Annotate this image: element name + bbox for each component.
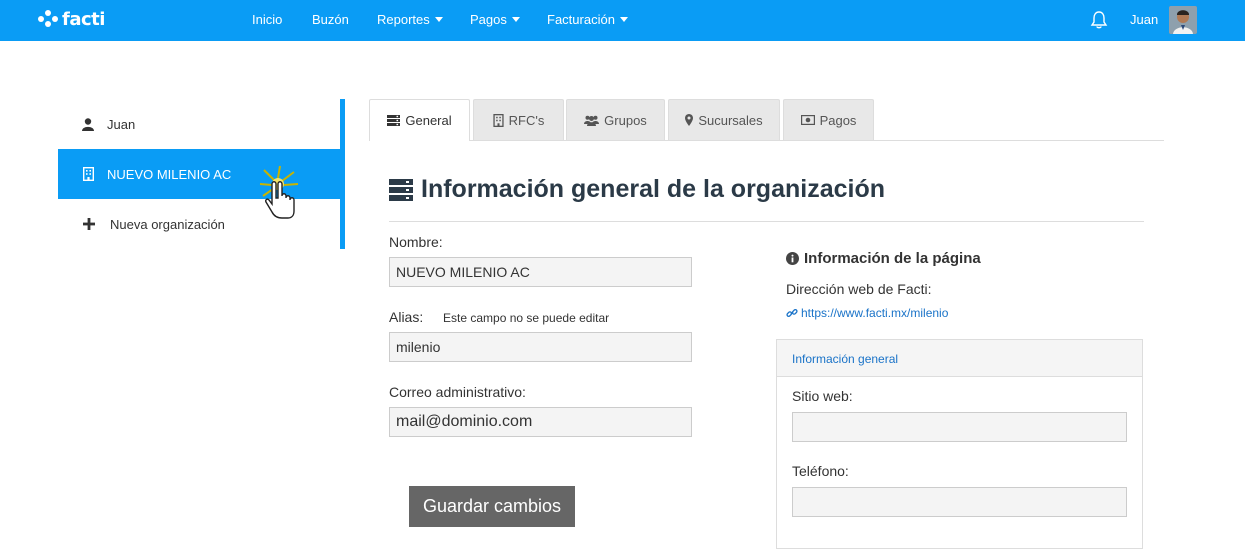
name-label: Nombre: [389, 234, 443, 250]
caret-down-icon [511, 17, 520, 22]
caret-down-icon [619, 17, 628, 22]
money-icon [800, 115, 815, 125]
save-button[interactable]: Guardar cambios [409, 486, 575, 527]
nav-buzon-label: Buzón [312, 12, 349, 27]
top-navbar: facti Inicio Buzón Reportes Pagos Factur… [0, 0, 1245, 41]
brand-name: facti [62, 8, 105, 30]
tab-rfcs[interactable]: RFC's [473, 99, 564, 140]
page-url-text: https://www.facti.mx/milenio [801, 306, 949, 320]
tab-label: Pagos [819, 112, 857, 128]
info-circle-icon [786, 252, 799, 265]
nav-pagos[interactable]: Pagos [470, 12, 520, 27]
page-url-link[interactable]: https://www.facti.mx/milenio [786, 306, 948, 320]
caret-down-icon [434, 17, 443, 22]
tab-label: RFC's [508, 112, 545, 128]
info-title: Información de la página [786, 250, 981, 267]
building-icon [81, 167, 95, 181]
facti-logo-icon [38, 10, 60, 28]
alias-label: Alias: [389, 309, 424, 325]
nav-reportes[interactable]: Reportes [377, 12, 443, 27]
nav-inicio[interactable]: Inicio [252, 12, 282, 27]
sidebar-item-label: NUEVO MILENIO AC [107, 166, 232, 182]
server-icon [387, 115, 401, 126]
tab-label: Sucursales [698, 112, 763, 128]
organization-tabs: General RFC's Grupos Sucursales Pagos [369, 99, 1164, 141]
sidebar-item-label: Juan [107, 116, 136, 132]
user-icon [81, 117, 95, 131]
website-label: Sitio web: [792, 388, 853, 404]
avatar[interactable] [1169, 6, 1197, 34]
name-field[interactable] [389, 257, 692, 287]
website-field[interactable] [792, 412, 1127, 442]
tab-sucursales[interactable]: Sucursales [668, 99, 780, 140]
brand-logo[interactable]: facti [38, 7, 105, 31]
user-photo-icon [1169, 6, 1197, 34]
alias-hint: Este campo no se puede editar [443, 311, 610, 325]
nav-facturacion[interactable]: Facturación [547, 12, 628, 27]
email-label: Correo administrativo: [389, 384, 526, 400]
users-icon [584, 115, 600, 126]
phone-label: Teléfono: [792, 463, 849, 479]
nav-pagos-label: Pagos [470, 12, 507, 27]
nav-facturacion-label: Facturación [547, 12, 615, 27]
tab-label: Grupos [604, 112, 647, 128]
nav-buzon[interactable]: Buzón [312, 12, 349, 27]
bell-icon[interactable] [1090, 10, 1108, 30]
info-title-text: Información de la página [804, 250, 981, 267]
user-name[interactable]: Juan [1130, 12, 1158, 27]
email-field[interactable] [389, 407, 692, 437]
panel-heading: Información general [777, 340, 1142, 377]
page-title: Información general de la organización [389, 175, 885, 204]
sidebar-item-label: Nueva organización [110, 216, 225, 232]
address-label: Dirección web de Facti: [786, 281, 932, 297]
sidebar-item-juan[interactable]: Juan [58, 99, 340, 149]
nav-inicio-label: Inicio [252, 12, 283, 27]
divider [389, 221, 1144, 222]
link-icon [786, 309, 798, 317]
tab-label: General [405, 113, 452, 128]
tab-grupos[interactable]: Grupos [566, 99, 665, 140]
info-panel: Información general Sitio web: Teléfono: [776, 339, 1143, 549]
server-icon [389, 178, 413, 201]
organization-sidebar: Juan NUEVO MILENIO AC Nueva organización [58, 99, 345, 249]
plus-icon [82, 218, 96, 230]
map-marker-icon [685, 114, 694, 126]
phone-field[interactable] [792, 487, 1127, 517]
sidebar-item-nueva-organizacion[interactable]: Nueva organización [58, 199, 340, 249]
alias-field[interactable] [389, 332, 692, 362]
page-title-text: Información general de la organización [421, 175, 885, 203]
nav-reportes-label: Reportes [377, 12, 430, 27]
sidebar-item-nuevo-milenio[interactable]: NUEVO MILENIO AC [58, 149, 340, 199]
building-icon [493, 113, 504, 127]
tab-general[interactable]: General [369, 99, 470, 141]
tab-pagos[interactable]: Pagos [783, 99, 874, 140]
